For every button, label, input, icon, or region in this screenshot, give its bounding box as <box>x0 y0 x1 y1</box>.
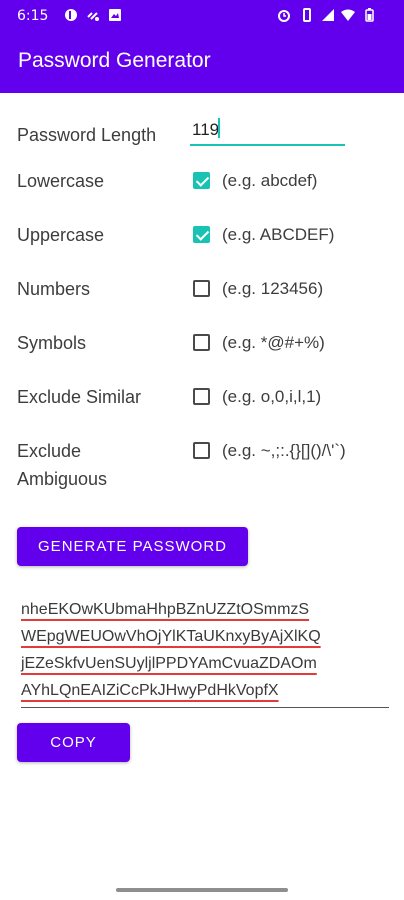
notification-app-icon <box>64 8 78 22</box>
uppercase-checkbox[interactable] <box>193 226 210 243</box>
lowercase-hint: (e.g. abcdef) <box>222 171 318 190</box>
lowercase-checkbox[interactable] <box>193 172 210 189</box>
text-cursor <box>218 118 220 138</box>
uppercase-label: Uppercase <box>17 225 105 245</box>
exclude-ambiguous-hint: (e.g. ~,;:.{}[]()/\'`) <box>222 441 346 460</box>
symbols-label: Symbols <box>17 333 87 353</box>
password-text: nheEKOwKUbmaHhpBZnUZZtOSmmzS WEpgWEUOwVh… <box>21 596 389 704</box>
password-line: nheEKOwKUbmaHhpBZnUZZtOSmmzS <box>21 601 310 618</box>
notification-image-icon <box>108 8 122 22</box>
exclude-ambiguous-checkbox[interactable] <box>193 442 210 459</box>
notification-link-icon <box>86 8 100 22</box>
exclude-similar-checkbox[interactable] <box>193 388 210 405</box>
status-bar: 6:15 <box>0 0 404 32</box>
password-line: WEpgWEUOwVhOjYlKTaUKnxyByAjXlKQ <box>21 628 321 645</box>
app-bar: Password Generator <box>0 32 404 93</box>
password-length-input[interactable] <box>190 116 345 146</box>
app-title: Password Generator <box>18 49 211 72</box>
lowercase-label: Lowercase <box>17 171 105 191</box>
uppercase-hint: (e.g. ABCDEF) <box>222 225 335 244</box>
alarm-icon <box>277 8 291 22</box>
generate-password-button[interactable]: GENERATE PASSWORD <box>17 527 248 566</box>
signal-icon <box>321 8 335 22</box>
numbers-checkbox[interactable] <box>193 280 210 297</box>
password-line: AYhLQnEAIZiCcPkJHwyPdHkVopfX <box>21 682 279 699</box>
numbers-label: Numbers <box>17 279 91 299</box>
vibrate-icon <box>300 8 314 22</box>
wifi-icon <box>341 8 355 22</box>
password-length-label: Password Length <box>17 125 157 145</box>
numbers-hint: (e.g. 123456) <box>222 279 324 298</box>
password-output-field[interactable]: nheEKOwKUbmaHhpBZnUZZtOSmmzS WEpgWEUOwVh… <box>21 596 389 708</box>
exclude-ambiguous-label-line2: Ambiguous <box>17 469 108 489</box>
symbols-hint: (e.g. *@#+%) <box>222 333 325 352</box>
exclude-similar-hint: (e.g. o,0,i,l,1) <box>222 387 322 406</box>
symbols-checkbox[interactable] <box>193 334 210 351</box>
status-time: 6:15 <box>17 8 49 24</box>
password-line: jEZeSkfvUenSUyljlPPDYAmCvuaZDAOm <box>21 655 317 672</box>
exclude-ambiguous-label-line1: Exclude <box>17 441 82 461</box>
copy-button[interactable]: COPY <box>17 723 130 762</box>
gesture-nav-handle[interactable] <box>116 888 288 892</box>
battery-icon <box>362 8 376 22</box>
exclude-similar-label: Exclude Similar <box>17 387 142 407</box>
